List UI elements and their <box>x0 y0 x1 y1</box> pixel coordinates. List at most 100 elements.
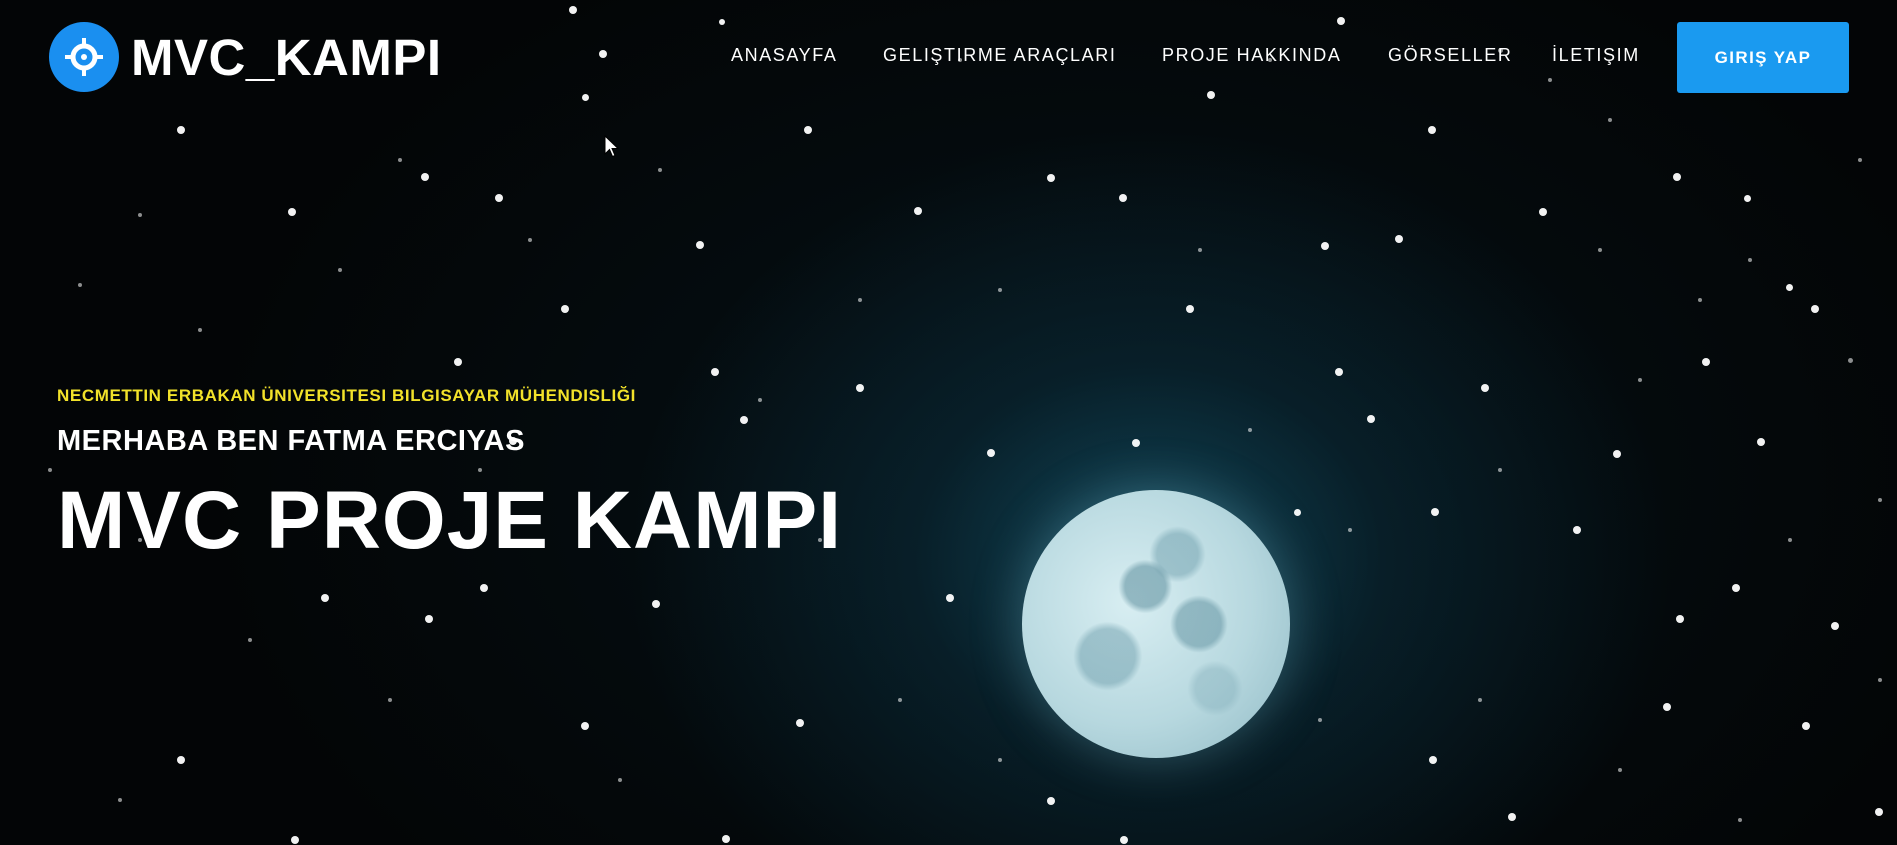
mouse-cursor-icon <box>604 135 620 158</box>
nav-link-dev-tools[interactable]: GELIŞTIRME ARAÇLARI <box>883 45 1116 66</box>
star-dot <box>288 208 296 216</box>
star-dot <box>454 358 462 366</box>
star-dot <box>1508 813 1516 821</box>
crosshair-icon <box>49 22 119 92</box>
star-dot <box>198 328 202 332</box>
hero-text-block: NECMETTIN ERBAKAN ÜNIVERSITESI BILGISAYA… <box>57 386 842 568</box>
star-dot <box>1673 173 1681 181</box>
star-dot <box>1318 718 1322 722</box>
star-dot <box>1785 283 1793 291</box>
star-dot <box>118 798 122 802</box>
star-dot <box>1757 438 1765 446</box>
star-dot <box>1802 722 1810 730</box>
star-dot <box>1698 298 1702 302</box>
star-dot <box>1248 428 1252 432</box>
star-dot <box>1875 808 1883 816</box>
star-dot <box>1638 378 1642 382</box>
star-dot <box>1348 528 1352 532</box>
hero-greeting: MERHABA BEN FATMA ERCIYAS <box>57 425 525 457</box>
star-dot <box>1047 174 1055 182</box>
star-dot <box>1573 526 1581 534</box>
star-dot <box>177 756 185 764</box>
star-dot <box>1858 158 1862 162</box>
star-dot <box>581 722 589 730</box>
star-dot <box>1119 194 1127 202</box>
star-dot <box>398 158 402 162</box>
star-dot <box>561 305 569 313</box>
star-dot <box>1132 439 1140 447</box>
star-dot <box>388 698 392 702</box>
star-dot <box>987 449 995 457</box>
star-dot <box>1478 698 1482 702</box>
star-dot <box>1321 242 1329 250</box>
star-dot <box>618 778 622 782</box>
star-dot <box>1481 384 1489 392</box>
star-dot <box>78 283 82 287</box>
star-dot <box>1539 208 1547 216</box>
hero-section: NECMETTIN ERBAKAN ÜNIVERSITESI BILGISAYA… <box>0 0 1897 845</box>
star-dot <box>658 168 662 172</box>
star-dot <box>722 835 730 843</box>
brand-name: MVC_KAMPI <box>131 28 442 86</box>
star-dot <box>856 384 864 392</box>
login-button[interactable]: GIRIŞ YAP <box>1677 22 1849 93</box>
star-dot <box>480 584 488 592</box>
star-dot <box>1428 126 1436 134</box>
star-dot <box>1335 368 1343 376</box>
star-dot <box>898 698 902 702</box>
star-dot <box>1878 678 1882 682</box>
star-dot <box>652 600 660 608</box>
star-dot <box>177 126 185 134</box>
star-dot <box>495 194 503 202</box>
star-dot <box>1748 258 1752 262</box>
star-dot <box>48 468 52 472</box>
star-dot <box>1732 584 1740 592</box>
brand-logo[interactable]: MVC_KAMPI <box>49 22 442 92</box>
nav-link-gallery[interactable]: GÖRSELLER <box>1388 45 1512 66</box>
star-dot <box>1613 450 1621 458</box>
nav-link-contact[interactable]: İLETIŞIM <box>1552 45 1640 66</box>
star-dot <box>1702 358 1710 366</box>
star-dot <box>858 298 862 302</box>
star-dot <box>1676 615 1684 623</box>
star-dot <box>1431 508 1439 516</box>
star-dot <box>1743 194 1751 202</box>
star-dot <box>796 719 804 727</box>
star-dot <box>1847 357 1853 363</box>
star-dot <box>1186 305 1194 313</box>
star-dot <box>1663 703 1671 711</box>
star-dot <box>946 594 954 602</box>
star-dot <box>1831 622 1839 630</box>
star-dot <box>1498 468 1502 472</box>
star-dot <box>291 836 299 844</box>
star-dot <box>1367 415 1375 423</box>
star-dot <box>1788 538 1792 542</box>
star-dot <box>1608 118 1612 122</box>
star-dot <box>338 268 342 272</box>
star-dot <box>998 758 1002 762</box>
moon-image <box>1022 490 1290 758</box>
star-dot <box>1811 305 1819 313</box>
star-dot <box>998 288 1002 292</box>
star-dot <box>1198 248 1202 252</box>
nav-link-home[interactable]: ANASAYFA <box>731 45 838 66</box>
star-dot <box>1120 836 1128 844</box>
star-dot <box>1738 818 1742 822</box>
star-dot <box>425 615 433 623</box>
star-dot <box>321 594 329 602</box>
star-dot <box>528 238 532 242</box>
star-dot <box>1047 797 1055 805</box>
navbar: MVC_KAMPI ANASAYFA GELIŞTIRME ARAÇLARI P… <box>0 0 1897 115</box>
star-dot <box>914 207 922 215</box>
star-dot <box>1429 756 1437 764</box>
star-dot <box>1598 248 1602 252</box>
star-dot <box>1878 498 1882 502</box>
star-dot <box>138 213 142 217</box>
nav-link-about-project[interactable]: PROJE HAKKINDA <box>1162 45 1341 66</box>
hero-title: MVC PROJE KAMPI <box>57 475 842 566</box>
hero-subtitle: NECMETTIN ERBAKAN ÜNIVERSITESI BILGISAYA… <box>57 386 636 405</box>
star-dot <box>696 241 704 249</box>
star-dot <box>248 638 252 642</box>
star-dot <box>1293 508 1301 516</box>
star-dot <box>804 126 812 134</box>
